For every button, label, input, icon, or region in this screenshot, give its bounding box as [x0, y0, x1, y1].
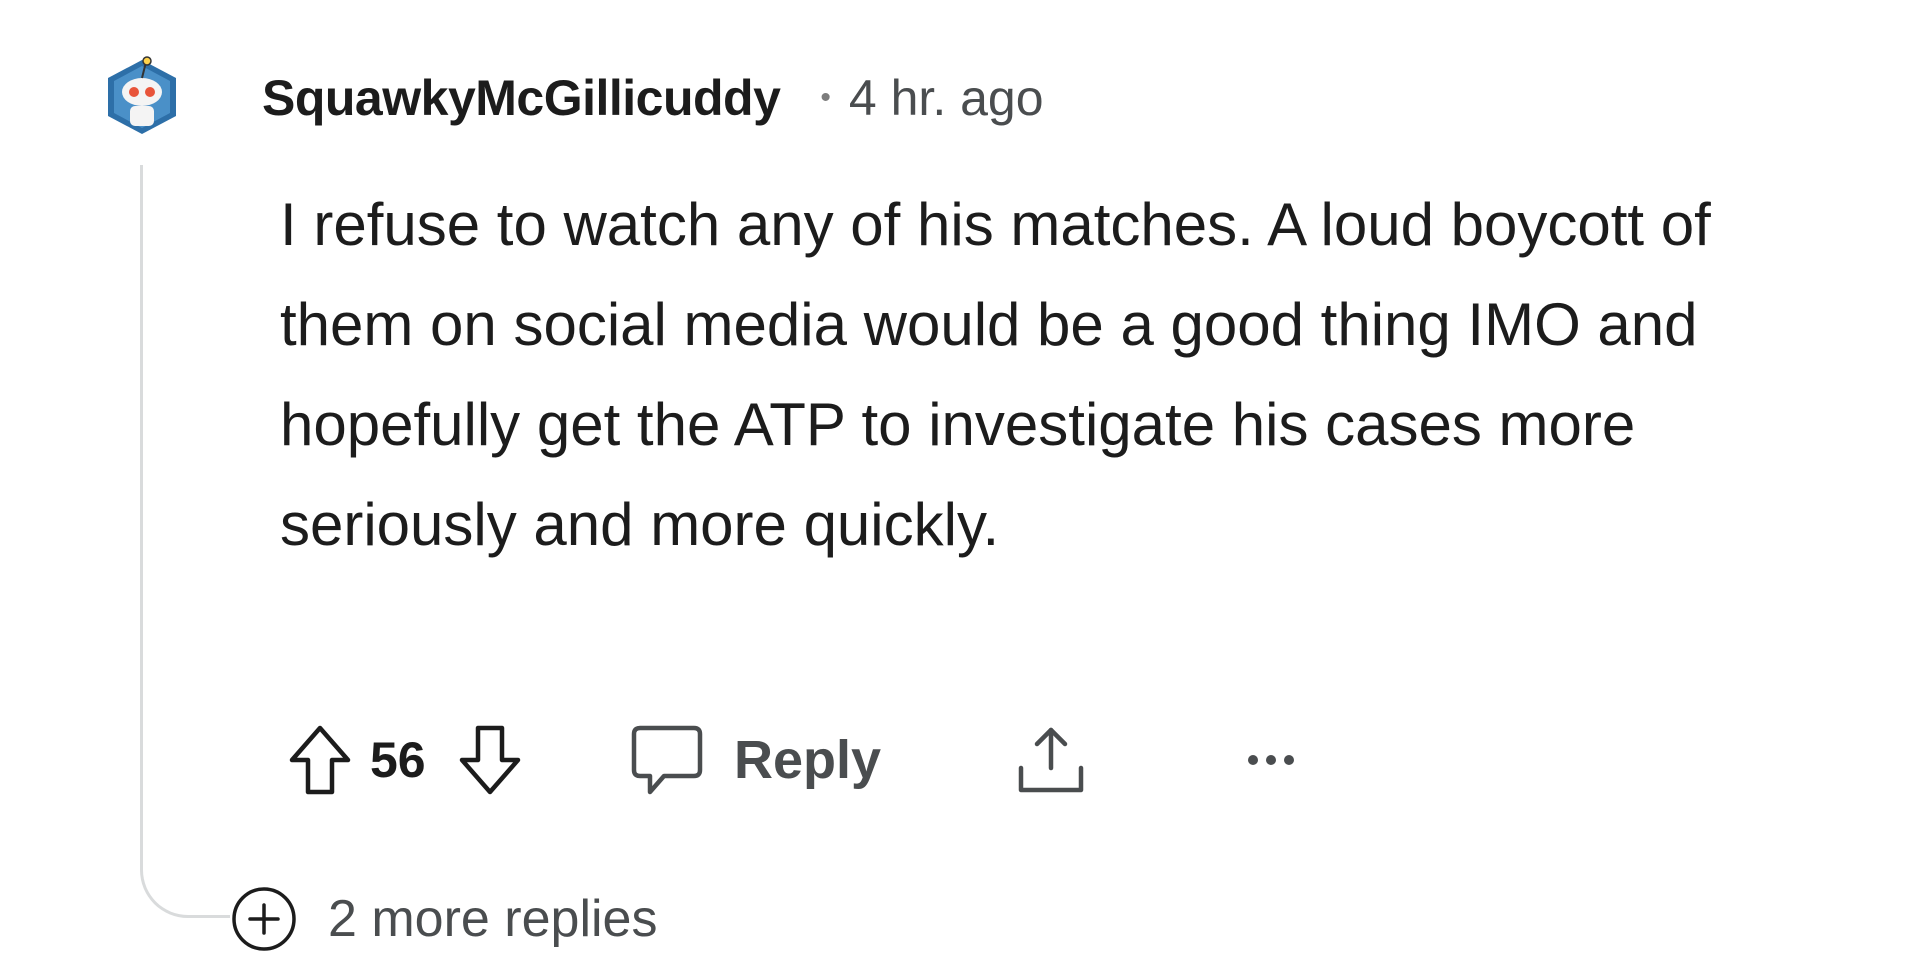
more-replies-label: 2 more replies [328, 890, 658, 948]
downvote-button[interactable] [450, 720, 530, 800]
comment-header: SquawkyMcGillicuddy • 4 hr. ago [262, 62, 1044, 134]
separator-dot: • [820, 81, 831, 114]
reply-button[interactable]: Reply [630, 722, 881, 798]
comment-body: I refuse to watch any of his matches. A … [280, 191, 1711, 558]
vote-score: 56 [370, 732, 426, 788]
snoo-avatar-icon [108, 56, 176, 134]
share-button[interactable] [1011, 720, 1091, 800]
author-username[interactable]: SquawkyMcGillicuddy [262, 69, 781, 127]
more-replies-button[interactable]: 2 more replies [230, 885, 657, 953]
action-bar: 56 Reply [280, 720, 1311, 800]
upvote-button[interactable] [280, 720, 360, 800]
thread-line[interactable] [140, 165, 230, 918]
more-options-button[interactable] [1231, 720, 1311, 800]
timestamp[interactable]: 4 hr. ago [849, 69, 1044, 127]
avatar[interactable] [102, 52, 182, 138]
arrow-up-icon [289, 725, 351, 795]
share-icon [1018, 727, 1084, 793]
plus-circle-icon [232, 887, 296, 951]
speech-bubble-icon [631, 725, 703, 795]
arrow-down-icon [459, 725, 521, 795]
reply-label: Reply [734, 730, 882, 790]
comment: SquawkyMcGillicuddy • 4 hr. ago I refuse… [0, 0, 1920, 960]
ellipsis-icon [1248, 755, 1295, 765]
